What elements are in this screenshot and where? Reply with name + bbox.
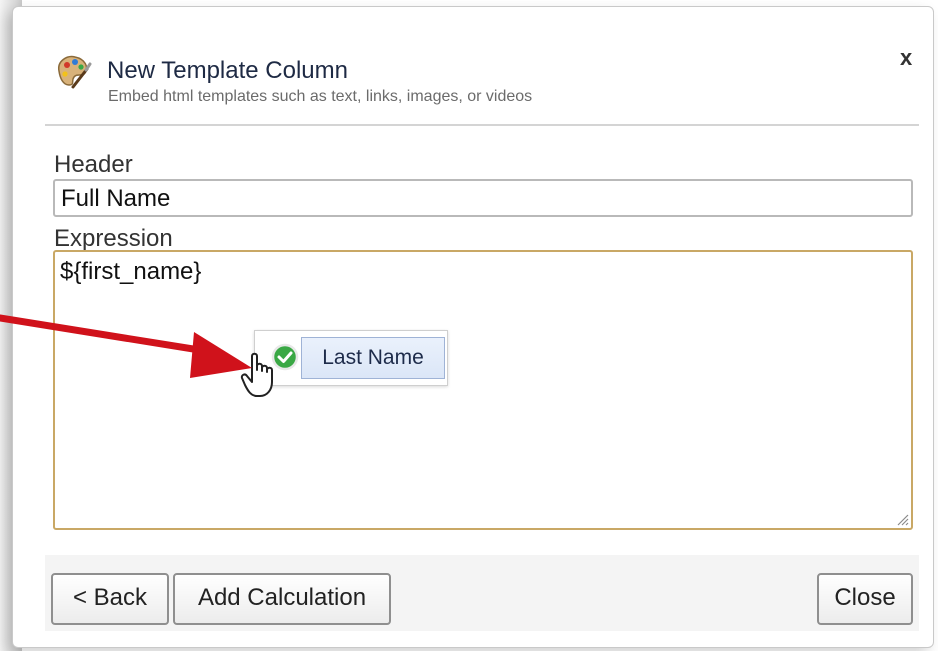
screenshot-stage: New Template Column Embed html templates…	[0, 0, 938, 651]
close-icon[interactable]: x	[900, 45, 912, 71]
back-button[interactable]: < Back	[51, 573, 169, 625]
dialog-title: New Template Column	[107, 57, 348, 84]
title-divider	[45, 124, 919, 126]
add-calculation-button[interactable]: Add Calculation	[173, 573, 391, 625]
drag-proxy[interactable]: Last Name	[254, 330, 448, 386]
header-input[interactable]: Full Name	[53, 179, 913, 217]
header-label: Header	[54, 151, 133, 178]
dialog-subtitle: Embed html templates such as text, links…	[108, 88, 533, 105]
last-name-field-chip[interactable]: Last Name	[301, 337, 445, 379]
expression-label: Expression	[54, 225, 173, 252]
expression-text: ${first_name}	[60, 258, 202, 285]
new-template-column-dialog: New Template Column Embed html templates…	[12, 6, 934, 648]
hand-cursor-icon	[240, 352, 273, 397]
resize-grip-icon[interactable]	[893, 510, 909, 526]
close-button[interactable]: Close	[817, 573, 913, 625]
palette-brush-icon	[58, 55, 92, 89]
expression-textarea[interactable]: ${first_name}	[53, 250, 913, 530]
